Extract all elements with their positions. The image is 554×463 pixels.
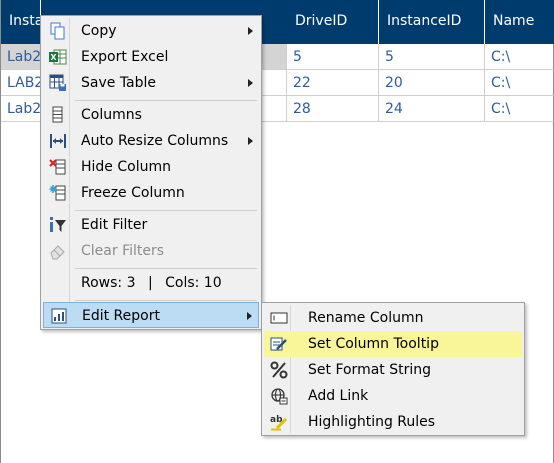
table-cell[interactable]: C:\ [485, 96, 554, 121]
save-table-icon [49, 74, 67, 92]
cols-count: Cols: 10 [165, 275, 222, 291]
row-col-count: Rows: 3 | Cols: 10 [81, 270, 222, 296]
info-divider: | [147, 275, 153, 291]
submenu-arrow-icon [248, 79, 253, 87]
menu-item-freeze-column[interactable]: Freeze Column [43, 180, 259, 206]
menu-item-hide-column[interactable]: Hide Column [43, 154, 259, 180]
copy-icon [49, 22, 67, 40]
menu-item-edit-report[interactable]: Edit Report [43, 302, 259, 328]
submenu-arrow-icon [248, 137, 253, 145]
menu-item-label: Columns [81, 107, 142, 123]
table-cell[interactable]: 22 [287, 70, 379, 95]
context-menu: Copy X Export Excel Save Table Columns A… [40, 15, 262, 330]
menu-item-label: Highlighting Rules [308, 414, 436, 430]
column-header-name[interactable]: Name [485, 0, 554, 44]
column-header-driveid[interactable]: DriveID [287, 0, 379, 44]
menu-item-copy[interactable]: Copy [43, 18, 259, 44]
menu-item-label: Edit Report [82, 308, 160, 324]
menu-item-label: Edit Filter [81, 217, 148, 233]
menu-item-export-excel[interactable]: X Export Excel [43, 44, 259, 70]
rename-icon [270, 309, 288, 327]
menu-item-label: Export Excel [81, 49, 169, 65]
svg-text:X: X [50, 53, 57, 62]
freeze-column-icon [49, 184, 67, 202]
menu-item-columns[interactable]: Columns [43, 102, 259, 128]
eraser-icon [49, 242, 67, 260]
menu-item-label: Set Column Tooltip [308, 336, 439, 352]
menu-separator [75, 268, 257, 269]
report-icon [50, 307, 68, 325]
menu-separator [75, 210, 257, 211]
tooltip-icon [270, 335, 288, 353]
rows-count: Rows: 3 [81, 275, 136, 291]
menu-item-set-format-string[interactable]: Set Format String [264, 357, 522, 383]
menu-item-clear-filters[interactable]: Clear Filters [43, 238, 259, 264]
menu-item-label: Freeze Column [81, 185, 185, 201]
menu-item-save-table[interactable]: Save Table [43, 70, 259, 96]
column-header-instance[interactable]: Insta [1, 0, 43, 44]
menu-separator [75, 300, 257, 301]
percent-icon [270, 361, 288, 379]
menu-item-label: Hide Column [81, 159, 171, 175]
menu-item-auto-resize-columns[interactable]: Auto Resize Columns [43, 128, 259, 154]
menu-item-highlighting-rules[interactable]: ab Highlighting Rules [264, 409, 522, 435]
menu-item-rename-column[interactable]: Rename Column [264, 305, 522, 331]
menu-item-label: Clear Filters [81, 243, 165, 259]
submenu-arrow-icon [247, 312, 252, 320]
menu-item-label: Auto Resize Columns [81, 133, 229, 149]
resize-columns-icon [49, 132, 67, 150]
menu-item-label: Add Link [308, 388, 369, 404]
menu-item-add-link[interactable]: Add Link [264, 383, 522, 409]
table-cell[interactable]: 5 [379, 44, 485, 69]
menu-item-edit-filter[interactable]: Edit Filter [43, 212, 259, 238]
edit-report-submenu: Rename Column Set Column Tooltip Set For… [261, 302, 525, 436]
menu-item-label: Save Table [81, 75, 157, 91]
table-cell[interactable]: C:\ [485, 44, 554, 69]
menu-separator [75, 100, 257, 101]
columns-icon [49, 106, 67, 124]
menu-item-label: Set Format String [308, 362, 432, 378]
highlighter-icon: ab [270, 413, 288, 431]
submenu-arrow-icon [248, 27, 253, 35]
table-cell[interactable]: 5 [287, 44, 379, 69]
excel-icon: X [49, 48, 67, 66]
globe-link-icon [270, 387, 288, 405]
menu-item-set-column-tooltip[interactable]: Set Column Tooltip [264, 331, 522, 357]
menu-item-label: Copy [81, 23, 117, 39]
table-cell[interactable]: 28 [287, 96, 379, 121]
hide-column-icon [49, 158, 67, 176]
column-header-instanceid[interactable]: InstanceID [379, 0, 485, 44]
table-cell[interactable]: 20 [379, 70, 485, 95]
table-cell[interactable]: 24 [379, 96, 485, 121]
menu-item-label: Rename Column [308, 310, 424, 326]
filter-icon [49, 216, 67, 234]
table-cell[interactable]: C:\ [485, 70, 554, 95]
